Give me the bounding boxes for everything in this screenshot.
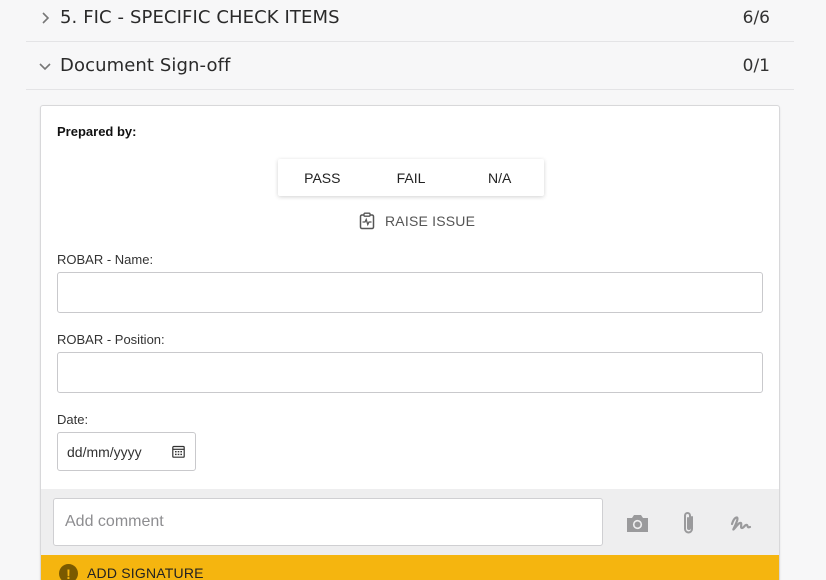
fail-button[interactable]: FAIL xyxy=(367,159,456,196)
date-label: Date: xyxy=(57,412,89,427)
pass-button[interactable]: PASS xyxy=(278,159,367,196)
raise-issue-label: RAISE ISSUE xyxy=(385,213,476,229)
attach-button[interactable] xyxy=(675,509,703,537)
robar-name-label: ROBAR - Name: xyxy=(57,252,154,267)
camera-icon xyxy=(626,514,648,532)
signature-button[interactable] xyxy=(727,509,755,537)
signoff-card: Prepared by: PASS FAIL N/A RAISE ISSUE R… xyxy=(40,105,780,580)
prepared-by-label: Prepared by: xyxy=(57,124,137,139)
comment-bar: Add comment xyxy=(41,489,779,555)
chevron-right-icon xyxy=(42,11,50,24)
section-title: 5. FIC - SPECIFIC CHECK ITEMS xyxy=(60,7,340,28)
section-count: 6/6 xyxy=(742,7,770,28)
section-row-document-signoff[interactable]: Document Sign-off 0/1 xyxy=(26,42,794,90)
raise-issue-button[interactable]: RAISE ISSUE xyxy=(359,212,475,230)
section-count: 0/1 xyxy=(742,55,770,76)
na-button[interactable]: N/A xyxy=(455,159,544,196)
add-signature-label: ADD SIGNATURE xyxy=(87,565,204,580)
paperclip-icon xyxy=(684,512,693,534)
calendar-icon[interactable] xyxy=(172,445,185,458)
signature-icon xyxy=(730,516,752,531)
comment-input[interactable]: Add comment xyxy=(53,498,603,546)
robar-position-label: ROBAR - Position: xyxy=(57,332,165,347)
section-title: Document Sign-off xyxy=(60,55,231,76)
robar-position-input[interactable] xyxy=(57,352,763,393)
add-signature-bar[interactable]: ! ADD SIGNATURE xyxy=(41,555,779,580)
clipboard-pulse-icon xyxy=(359,212,375,230)
chevron-down-icon xyxy=(39,62,51,70)
section-row-fic-check-items[interactable]: 5. FIC - SPECIFIC CHECK ITEMS 6/6 xyxy=(26,0,794,42)
robar-name-input[interactable] xyxy=(57,272,763,313)
result-segmented-control: PASS FAIL N/A xyxy=(278,159,544,196)
date-input[interactable]: dd/mm/yyyy xyxy=(57,432,196,471)
checklist-page: 5. FIC - SPECIFIC CHECK ITEMS 6/6 Docume… xyxy=(0,0,826,580)
camera-button[interactable] xyxy=(623,509,651,537)
exclamation-icon: ! xyxy=(59,564,78,580)
date-placeholder: dd/mm/yyyy xyxy=(67,443,142,460)
